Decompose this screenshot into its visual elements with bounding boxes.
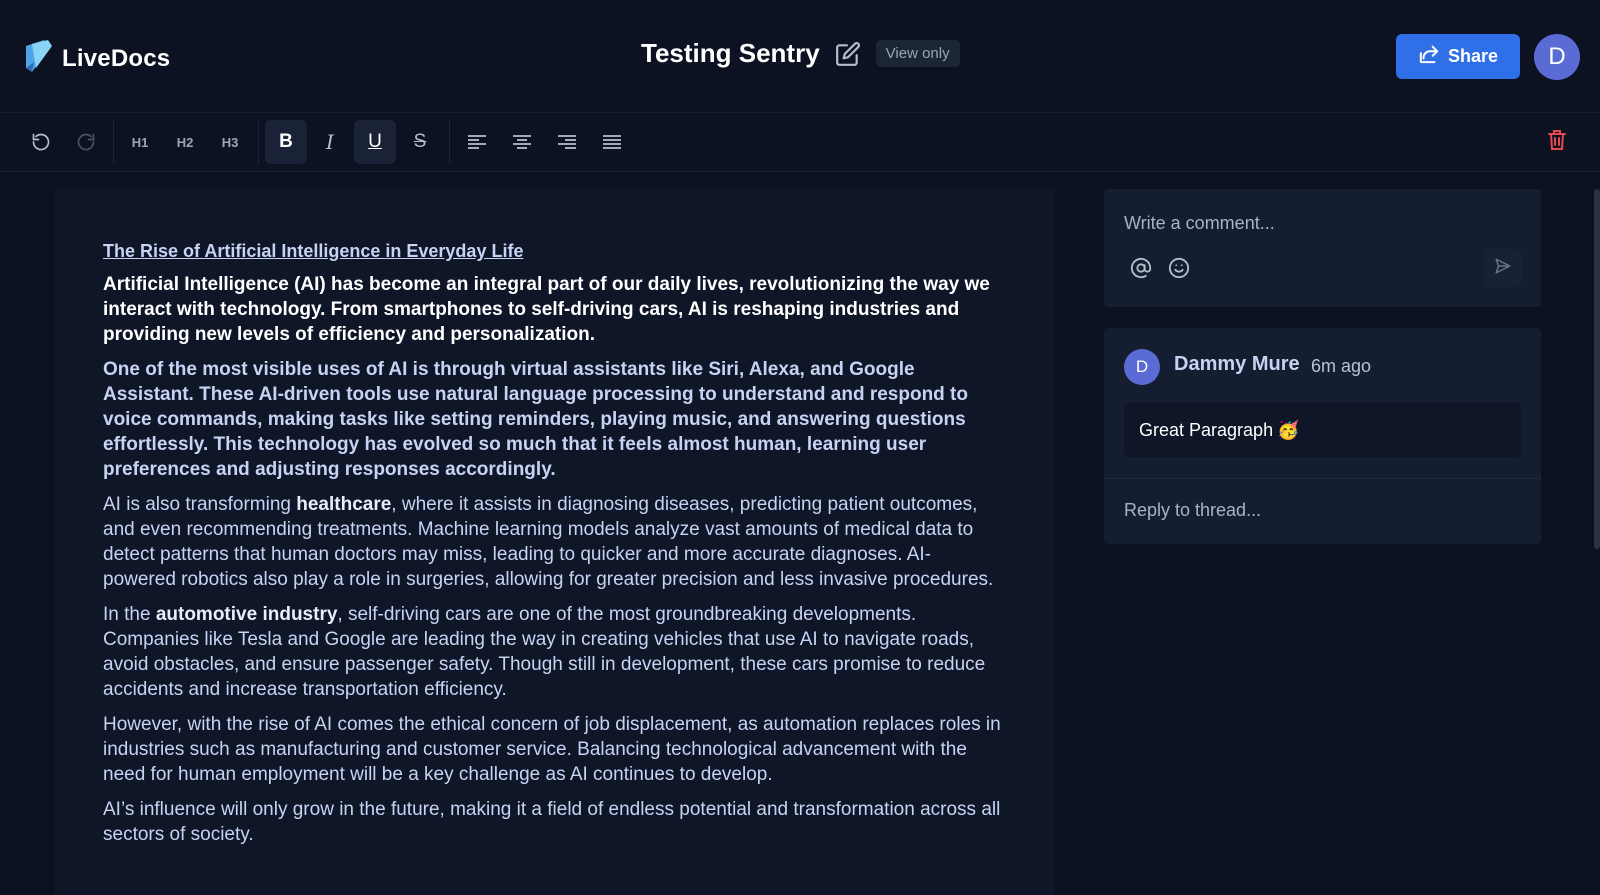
delete-document-button[interactable]: [1536, 120, 1578, 164]
thread-divider: [1104, 478, 1541, 479]
bold-button[interactable]: B: [265, 120, 307, 164]
comment-composer: Write a comment...: [1104, 189, 1541, 307]
paragraph-2: One of the most visible uses of AI is th…: [103, 359, 968, 480]
comment-author-avatar: D: [1124, 349, 1160, 385]
paragraph-6: AI’s influence will only grow in the fut…: [103, 799, 1001, 845]
undo-icon[interactable]: [20, 120, 62, 164]
editor-content[interactable]: The Rise of Artificial Intelligence in E…: [103, 239, 1003, 857]
top-header: LiveDocs Testing Sentry View only Share …: [0, 0, 1600, 113]
italic-icon: I: [326, 130, 334, 154]
paragraph-4: In the automotive industry, self-driving…: [103, 602, 1003, 702]
toolbar-separator: [113, 120, 114, 164]
comment-text: Great Paragraph: [1139, 419, 1274, 440]
comment-author-name: Dammy Mure: [1174, 353, 1300, 375]
reply-input[interactable]: Reply to thread...: [1124, 500, 1261, 521]
redo-icon[interactable]: [65, 120, 107, 164]
toolbar-separator: [449, 120, 450, 164]
paragraph-3-bold: healthcare: [296, 494, 392, 515]
emoji-icon[interactable]: [1168, 257, 1190, 284]
view-only-badge: View only: [875, 40, 960, 67]
party-face-emoji: 🥳: [1277, 419, 1300, 440]
share-label: Share: [1447, 46, 1499, 66]
mention-icon[interactable]: [1130, 257, 1152, 284]
strikethrough-icon: S: [413, 131, 427, 152]
share-icon: [1418, 44, 1440, 69]
italic-button[interactable]: I: [309, 120, 351, 164]
document-title[interactable]: Testing Sentry: [641, 38, 820, 69]
share-button[interactable]: Share: [1396, 34, 1520, 79]
document-heading: The Rise of Artificial Intelligence in E…: [103, 241, 524, 261]
paragraph-4-text: In the: [103, 604, 156, 625]
trash-icon: [1547, 129, 1567, 156]
paragraph-4-bold: automotive industry: [155, 604, 338, 625]
comment-input[interactable]: Write a comment...: [1124, 213, 1275, 234]
comment-timestamp: 6m ago: [1311, 356, 1372, 376]
align-center-icon[interactable]: [501, 120, 543, 164]
document-title-area: Testing Sentry View only: [641, 38, 960, 69]
page-scrollbar[interactable]: [1594, 189, 1600, 549]
user-avatar[interactable]: D: [1534, 34, 1580, 80]
comment-thread: D Dammy Mure 6m ago Great Paragraph 🥳 Re…: [1104, 328, 1541, 544]
paragraph-3: AI is also transforming healthcare, wher…: [103, 492, 1003, 592]
app-name: LiveDocs: [62, 44, 171, 72]
comments-panel: Write a comment... D Dammy Mure 6m ago G…: [1104, 189, 1541, 544]
send-comment-button[interactable]: [1484, 249, 1522, 287]
bold-icon: B: [279, 131, 293, 152]
strikethrough-button[interactable]: S: [399, 120, 441, 164]
edit-icon[interactable]: [834, 40, 862, 68]
align-justify-icon[interactable]: [591, 120, 633, 164]
underline-icon: U: [368, 131, 382, 152]
paragraph-3-text: AI is also transforming: [103, 494, 297, 515]
heading-1-button[interactable]: H1: [119, 120, 161, 164]
formatting-toolbar: H1 H2 H3 B I U S: [0, 114, 1600, 172]
paragraph-5: However, with the rise of AI comes the e…: [103, 714, 1001, 785]
livedocs-logo-icon: [22, 38, 54, 79]
send-icon: [1494, 257, 1512, 280]
app-logo[interactable]: LiveDocs: [22, 38, 170, 79]
comment-message: Great Paragraph 🥳: [1124, 403, 1521, 457]
toolbar-separator: [258, 120, 259, 164]
underline-button[interactable]: U: [354, 120, 396, 164]
align-right-icon[interactable]: [546, 120, 588, 164]
paragraph-1: Artificial Intelligence (AI) has become …: [103, 274, 990, 345]
heading-3-button[interactable]: H3: [209, 120, 251, 164]
heading-2-button[interactable]: H2: [164, 120, 206, 164]
align-left-icon[interactable]: [456, 120, 498, 164]
document-editor[interactable]: The Rise of Artificial Intelligence in E…: [55, 189, 1055, 895]
